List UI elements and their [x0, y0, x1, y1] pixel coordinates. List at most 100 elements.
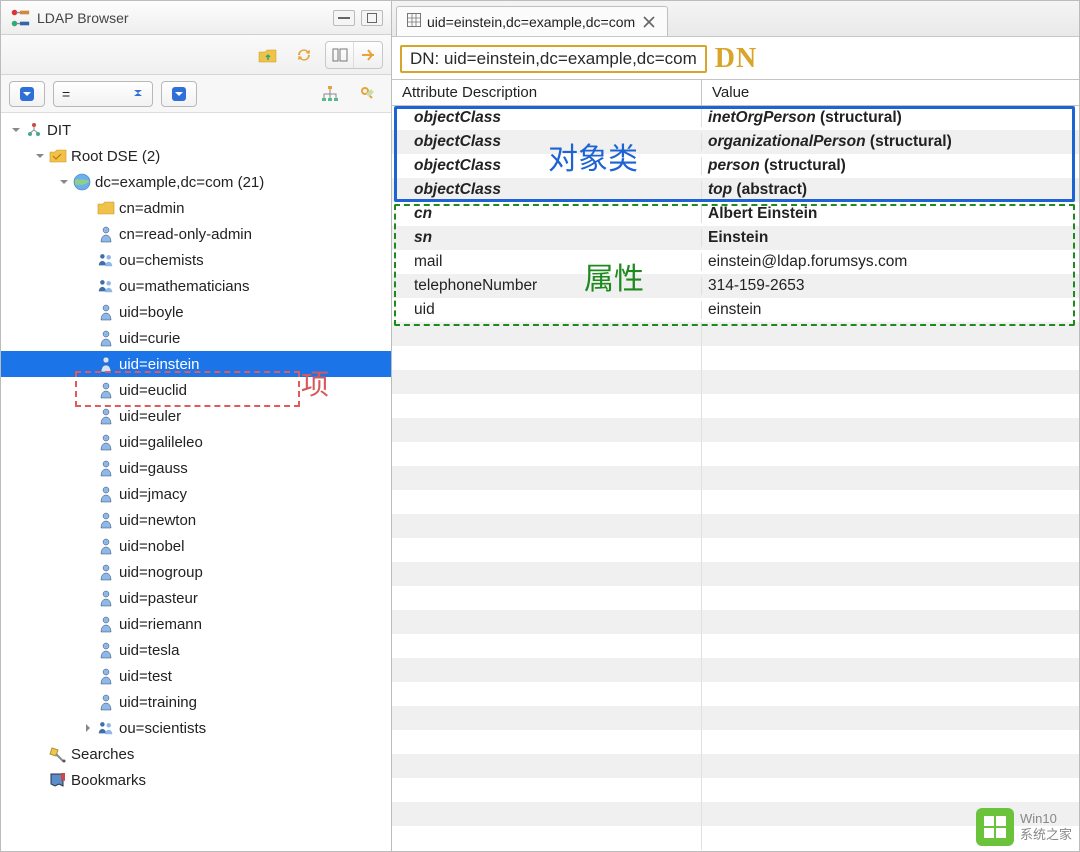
- attribute-value: 314-159-2653: [702, 277, 1079, 295]
- person-icon: [97, 329, 115, 347]
- person-icon: [97, 641, 115, 659]
- tree-item[interactable]: uid=boyle: [1, 299, 391, 325]
- tree-item-bookmarks[interactable]: Bookmarks: [1, 767, 391, 793]
- person-icon: [97, 407, 115, 425]
- folder-small-icon: [97, 199, 115, 217]
- attribute-value: Einstein: [702, 229, 1079, 247]
- entry-editor-panel: uid=einstein,dc=example,dc=com DN: uid=e…: [392, 0, 1080, 852]
- disclosure-triangle-icon[interactable]: [57, 177, 71, 187]
- tree-item[interactable]: ou=scientists: [1, 715, 391, 741]
- refresh-button[interactable]: [289, 41, 319, 69]
- attribute-value: Albert Einstein: [702, 205, 1079, 223]
- person-icon: [97, 459, 115, 477]
- tree-item[interactable]: uid=euclid: [1, 377, 391, 403]
- tree-item[interactable]: ou=chemists: [1, 247, 391, 273]
- person-icon: [97, 381, 115, 399]
- panel-title-bar: LDAP Browser: [1, 1, 391, 35]
- tree-item[interactable]: uid=nobel: [1, 533, 391, 559]
- group-icon: [97, 251, 115, 269]
- tree-item-searches[interactable]: Searches: [1, 741, 391, 767]
- attribute-value: einstein@ldap.forumsys.com: [702, 253, 1079, 271]
- attribute-row[interactable]: uideinstein: [392, 298, 1079, 322]
- minimize-panel-button[interactable]: [333, 10, 355, 26]
- tree-item[interactable]: cn=admin: [1, 195, 391, 221]
- tree-item-label: uid=galileleo: [119, 434, 203, 451]
- tree-item[interactable]: uid=jmacy: [1, 481, 391, 507]
- filter-attribute-dropdown[interactable]: [9, 81, 45, 107]
- empty-row: [392, 562, 1079, 586]
- attribute-value: organizationalPerson (structural): [702, 133, 1079, 151]
- empty-row: [392, 490, 1079, 514]
- attribute-table-body[interactable]: objectClassinetOrgPerson (structural)obj…: [392, 106, 1079, 851]
- attribute-row[interactable]: objectClassinetOrgPerson (structural): [392, 106, 1079, 130]
- tree-item[interactable]: ou=mathematicians: [1, 273, 391, 299]
- person-icon: [97, 563, 115, 581]
- tree-item[interactable]: uid=euler: [1, 403, 391, 429]
- tree-item[interactable]: uid=gauss: [1, 455, 391, 481]
- person-icon: [97, 589, 115, 607]
- group-icon: [97, 719, 115, 737]
- tree-item[interactable]: uid=newton: [1, 507, 391, 533]
- tree-item[interactable]: uid=riemann: [1, 611, 391, 637]
- attribute-row[interactable]: objectClassperson (structural): [392, 154, 1079, 178]
- tree-item[interactable]: uid=einstein: [1, 351, 391, 377]
- watermark-icon: [976, 808, 1014, 846]
- attribute-row[interactable]: telephoneNumber314-159-2653: [392, 274, 1079, 298]
- filter-operator-dropdown[interactable]: =: [53, 81, 153, 107]
- tree-item-label: Root DSE (2): [71, 148, 160, 165]
- person-icon: [97, 667, 115, 685]
- attribute-row[interactable]: objectClasstop (abstract): [392, 178, 1079, 202]
- attribute-row[interactable]: objectClassorganizationalPerson (structu…: [392, 130, 1079, 154]
- maximize-panel-button[interactable]: [361, 10, 383, 26]
- tree-item[interactable]: uid=training: [1, 689, 391, 715]
- tree-item-dit[interactable]: DIT: [1, 117, 391, 143]
- group-icon: [97, 277, 115, 295]
- ldap-tree[interactable]: DITRoot DSE (2)dc=example,dc=com (21)cn=…: [1, 113, 391, 851]
- filter-value-dropdown[interactable]: [161, 81, 197, 107]
- attribute-name: objectClass: [392, 157, 702, 175]
- close-tab-button[interactable]: [641, 14, 657, 30]
- filter-tree-button[interactable]: [315, 80, 345, 108]
- attribute-row[interactable]: maileinstein@ldap.forumsys.com: [392, 250, 1079, 274]
- editor-tab-bar: uid=einstein,dc=example,dc=com: [392, 1, 1079, 37]
- tree-item[interactable]: uid=tesla: [1, 637, 391, 663]
- attribute-name: sn: [392, 229, 702, 247]
- view-mode-1-button[interactable]: [326, 42, 354, 68]
- tree-item[interactable]: cn=read-only-admin: [1, 221, 391, 247]
- tree-item[interactable]: Root DSE (2): [1, 143, 391, 169]
- tree-item-label: ou=mathematicians: [119, 278, 250, 295]
- attribute-row[interactable]: cnAlbert Einstein: [392, 202, 1079, 226]
- up-level-button[interactable]: [253, 41, 283, 69]
- empty-row: [392, 682, 1079, 706]
- header-attribute[interactable]: Attribute Description: [392, 80, 702, 105]
- header-value[interactable]: Value: [702, 80, 1079, 105]
- dn-field[interactable]: DN: uid=einstein,dc=example,dc=com: [400, 45, 707, 73]
- tree-item[interactable]: uid=test: [1, 663, 391, 689]
- tree-item-label: uid=curie: [119, 330, 180, 347]
- empty-row: [392, 442, 1079, 466]
- tree-item[interactable]: uid=curie: [1, 325, 391, 351]
- attribute-row[interactable]: snEinstein: [392, 226, 1079, 250]
- disclosure-triangle-icon[interactable]: [81, 723, 95, 733]
- tree-item-label: uid=pasteur: [119, 590, 198, 607]
- attribute-name: telephoneNumber: [392, 277, 702, 295]
- filter-config-button[interactable]: [353, 80, 383, 108]
- tree-item-label: uid=newton: [119, 512, 196, 529]
- tree-item[interactable]: dc=example,dc=com (21): [1, 169, 391, 195]
- globe-icon: [73, 173, 91, 191]
- table-icon: [407, 13, 421, 30]
- disclosure-triangle-icon[interactable]: [33, 151, 47, 161]
- empty-row: [392, 370, 1079, 394]
- view-mode-2-button[interactable]: [354, 42, 382, 68]
- tree-item[interactable]: uid=galileleo: [1, 429, 391, 455]
- attribute-name: objectClass: [392, 109, 702, 127]
- entry-tab[interactable]: uid=einstein,dc=example,dc=com: [396, 6, 668, 36]
- empty-row: [392, 514, 1079, 538]
- tree-item[interactable]: uid=nogroup: [1, 559, 391, 585]
- empty-row: [392, 730, 1079, 754]
- attribute-value: top (abstract): [702, 181, 1079, 199]
- tree-item[interactable]: uid=pasteur: [1, 585, 391, 611]
- person-icon: [97, 615, 115, 633]
- attribute-value: einstein: [702, 301, 1079, 319]
- disclosure-triangle-icon[interactable]: [9, 125, 23, 135]
